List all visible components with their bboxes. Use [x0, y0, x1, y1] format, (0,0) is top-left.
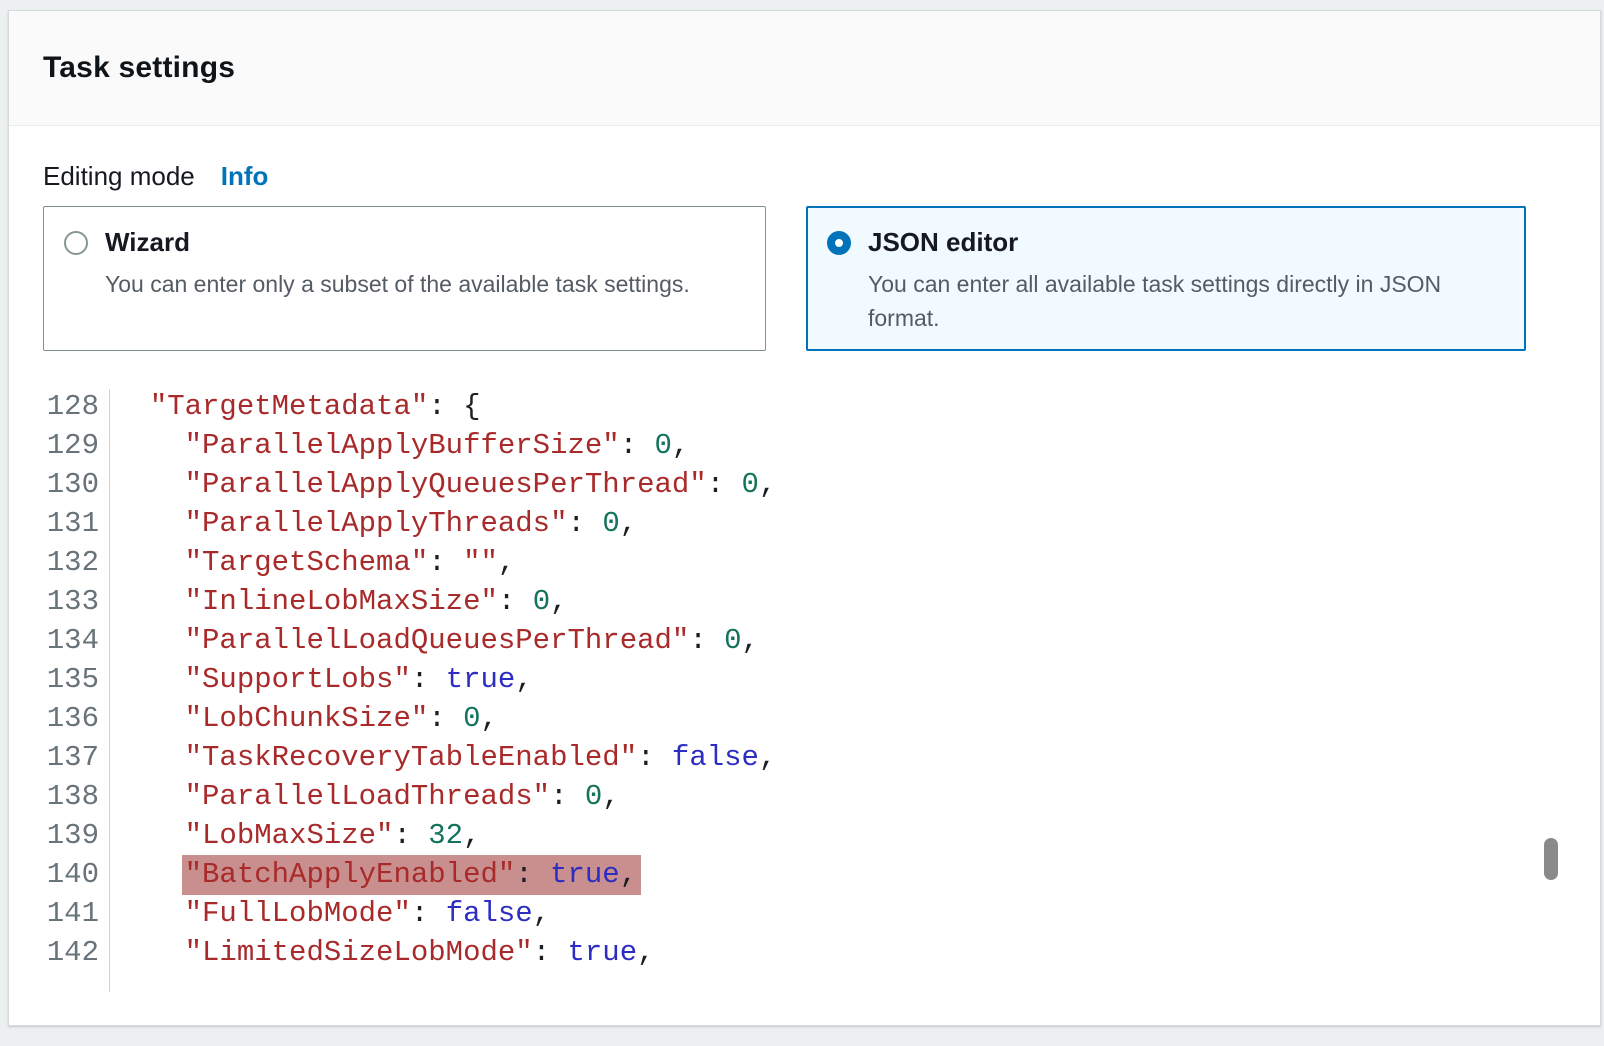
code-line[interactable]: 132 "TargetSchema": "",: [43, 543, 1566, 582]
code-line[interactable]: 140 "BatchApplyEnabled": true,: [43, 855, 1566, 894]
code-line[interactable]: 135 "SupportLobs": true,: [43, 660, 1566, 699]
tile-json-content: JSON editor You can enter all available …: [868, 226, 1505, 335]
editing-mode-radio-group: Wizard You can enter only a subset of th…: [43, 206, 1566, 351]
task-settings-panel: Task settings Editing mode Info Wizard Y…: [8, 10, 1601, 1026]
panel-header: Task settings: [9, 11, 1600, 126]
line-number: 141: [43, 894, 109, 933]
line-number: 136: [43, 699, 109, 738]
line-number: 142: [43, 933, 109, 972]
line-number: 130: [43, 465, 109, 504]
radio-wizard[interactable]: [64, 231, 88, 255]
tile-json-description: You can enter all available task setting…: [868, 267, 1505, 335]
info-link[interactable]: Info: [221, 161, 269, 192]
code-line[interactable]: 131 "ParallelApplyThreads": 0,: [43, 504, 1566, 543]
editing-mode-row: Editing mode Info: [43, 161, 1566, 192]
tile-json-label: JSON editor: [868, 226, 1505, 258]
code-line[interactable]: 139 "LobMaxSize": 32,: [43, 816, 1566, 855]
tile-wizard-description: You can enter only a subset of the avail…: [105, 267, 690, 301]
code-line[interactable]: 136 "LobChunkSize": 0,: [43, 699, 1566, 738]
line-number: 128: [43, 387, 109, 426]
code-line[interactable]: 141 "FullLobMode": false,: [43, 894, 1566, 933]
line-number: 131: [43, 504, 109, 543]
json-code-editor[interactable]: 128 "TargetMetadata": {129 "ParallelAppl…: [43, 387, 1566, 992]
editing-mode-label: Editing mode: [43, 161, 195, 192]
tile-json-editor[interactable]: JSON editor You can enter all available …: [806, 206, 1526, 351]
line-number: 129: [43, 426, 109, 465]
line-number: 134: [43, 621, 109, 660]
line-number: 140: [43, 855, 109, 894]
highlighted-code: "BatchApplyEnabled": true,: [182, 855, 642, 895]
line-number: 139: [43, 816, 109, 855]
tile-wizard-content: Wizard You can enter only a subset of th…: [105, 226, 690, 301]
line-number: 133: [43, 582, 109, 621]
code-line[interactable]: 134 "ParallelLoadQueuesPerThread": 0,: [43, 621, 1566, 660]
code-line[interactable]: 142 "LimitedSizeLobMode": true,: [43, 933, 1566, 972]
line-number: 138: [43, 777, 109, 816]
tile-wizard-label: Wizard: [105, 226, 690, 258]
code-lines: 128 "TargetMetadata": {129 "ParallelAppl…: [43, 387, 1566, 972]
code-line[interactable]: 138 "ParallelLoadThreads": 0,: [43, 777, 1566, 816]
radio-json-editor[interactable]: [827, 231, 851, 255]
code-line[interactable]: 130 "ParallelApplyQueuesPerThread": 0,: [43, 465, 1566, 504]
line-number: 135: [43, 660, 109, 699]
page-title: Task settings: [43, 51, 235, 85]
code-line[interactable]: 128 "TargetMetadata": {: [43, 387, 1566, 426]
code-line[interactable]: 129 "ParallelApplyBufferSize": 0,: [43, 426, 1566, 465]
tile-wizard[interactable]: Wizard You can enter only a subset of th…: [43, 206, 766, 351]
line-number: 132: [43, 543, 109, 582]
vertical-scrollbar-thumb[interactable]: [1544, 838, 1558, 880]
panel-body: Editing mode Info Wizard You can enter o…: [9, 161, 1600, 992]
gutter-divider: [109, 389, 110, 992]
line-number: 137: [43, 738, 109, 777]
code-line[interactable]: 137 "TaskRecoveryTableEnabled": false,: [43, 738, 1566, 777]
code-line[interactable]: 133 "InlineLobMaxSize": 0,: [43, 582, 1566, 621]
